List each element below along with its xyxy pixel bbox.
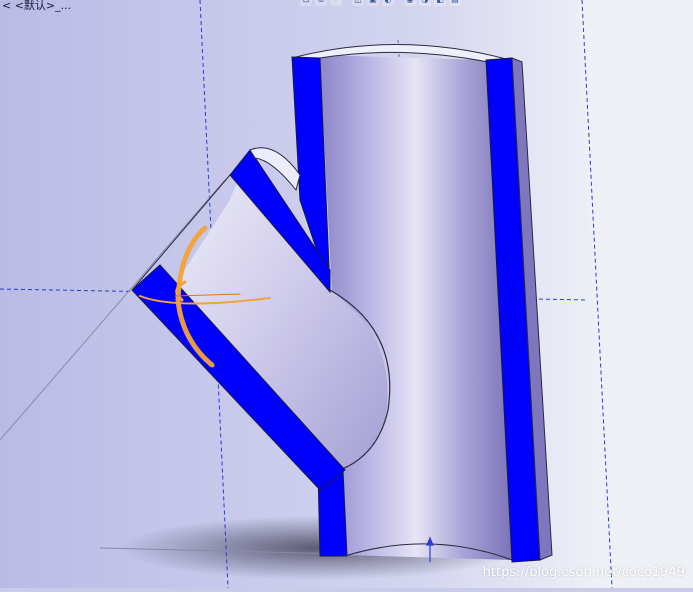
previous-view-icon[interactable]: ↶ xyxy=(330,0,342,6)
zoom-area-icon[interactable]: ⊕ xyxy=(315,0,327,6)
toolbar-separator xyxy=(397,0,401,6)
apply-scene-icon[interactable]: ◧ xyxy=(434,0,446,6)
edit-appearance-icon[interactable]: ◑ xyxy=(419,0,431,6)
zoom-to-fit-icon[interactable]: ⊡ xyxy=(300,0,312,6)
display-style-icon[interactable]: ◐ xyxy=(382,0,394,6)
watermark-text: https://blog.csdn.net/coco1949 xyxy=(482,565,685,580)
configuration-breadcrumb[interactable]: < <默认>_... xyxy=(2,0,71,13)
model-canvas[interactable] xyxy=(0,0,693,589)
hide-show-items-icon[interactable]: ◉ xyxy=(404,0,416,6)
view-settings-icon[interactable]: ▤ xyxy=(449,0,461,6)
view-orientation-icon[interactable]: ▣ xyxy=(367,0,379,6)
toolbar-separator xyxy=(345,0,349,6)
heads-up-view-toolbar: ⊡⊕↶ ◫▣◐ ◉◑◧▤ xyxy=(300,0,461,6)
section-view-icon[interactable]: ◫ xyxy=(352,0,364,6)
graphics-viewport[interactable]: < <默认>_... ⊡⊕↶ ◫▣◐ ◉◑◧▤ https://blog.csdn.… xyxy=(0,0,693,589)
